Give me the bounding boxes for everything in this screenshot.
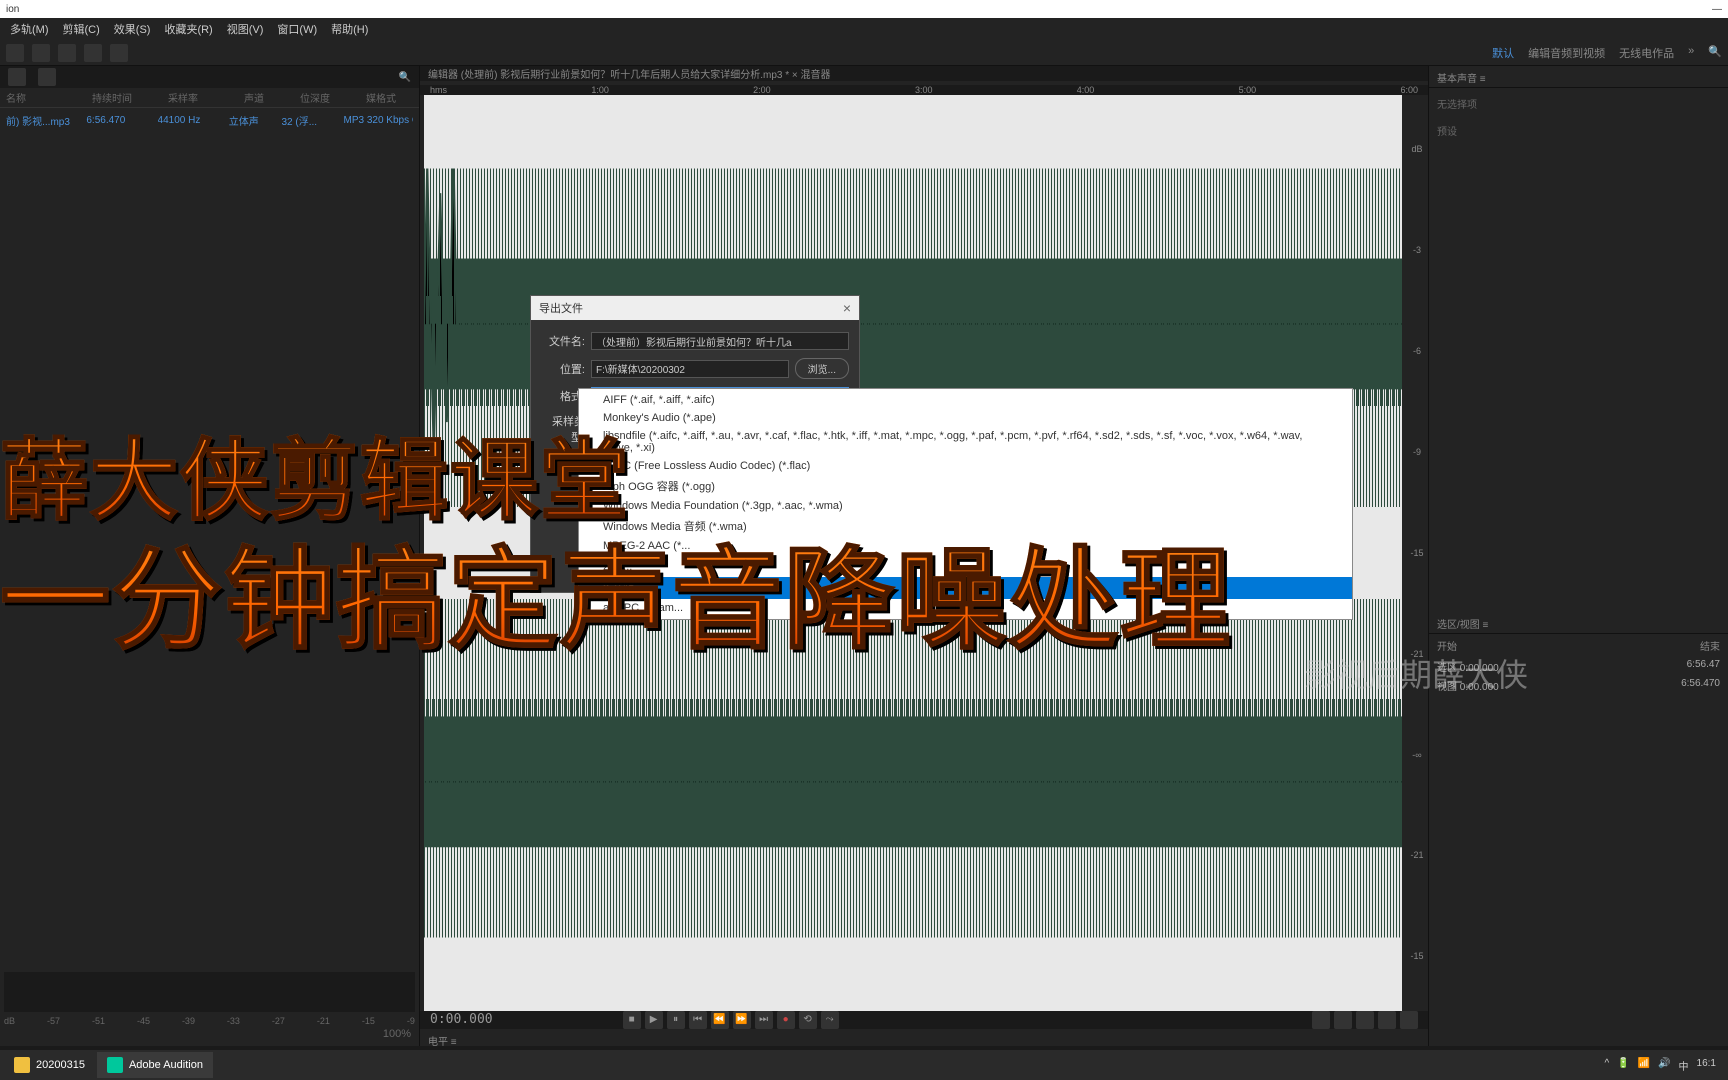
minimize-icon[interactable]: — [1712, 4, 1722, 15]
pause-button[interactable]: ⏸ [667, 1011, 685, 1029]
window-titlebar: ion — [0, 0, 1728, 18]
trash-icon[interactable] [38, 68, 56, 86]
level-ruler-small: dB-57 -51-45 -39-33 -27-21 -15-9 [0, 1016, 419, 1026]
rewind-button[interactable]: ⏪ [711, 1011, 729, 1029]
battery-icon: 🔋 [1617, 1058, 1629, 1073]
tool-icon[interactable] [84, 44, 102, 62]
watermark: 影视后期薛大侠 [1304, 650, 1528, 696]
browse-button[interactable]: 浏览... [795, 358, 849, 379]
menu-effects[interactable]: 效果(S) [108, 19, 157, 39]
timecode: 0:00.000 [430, 1012, 493, 1027]
menu-multitrack[interactable]: 多轨(M) [4, 19, 55, 39]
panel-header: 基本声音 ≡ [1429, 66, 1728, 88]
dropdown-item[interactable]: AIFF (*.aif, *.aiff, *.aifc) [579, 391, 1352, 409]
clock: 16:1 [1697, 1058, 1716, 1073]
filename-field[interactable] [591, 332, 849, 350]
close-icon[interactable]: × [843, 300, 851, 316]
no-selection: 无选择项 [1429, 88, 1728, 119]
history-panel [4, 972, 415, 1012]
next-button[interactable]: ⏭ [755, 1011, 773, 1029]
volume-icon: 🔊 [1658, 1058, 1670, 1073]
workspace-radio[interactable]: 无线电作品 [1619, 45, 1674, 61]
selection-view-header: 选区/视图 ≡ [1429, 612, 1728, 634]
chevron-up-icon: ^ [1604, 1058, 1609, 1073]
overlay-title-2: 一分钟搞定声音降噪处理 [0, 510, 1232, 670]
db-scale: dB -3-6 -9-15 -21-∞ -21-15 [1406, 95, 1428, 1011]
search-icon[interactable]: 🔍 [1708, 45, 1722, 61]
multitrack-icon[interactable] [32, 44, 50, 62]
meter-label: 电平 ≡ [420, 1029, 1428, 1051]
dialog-title: 导出文件 [539, 300, 583, 316]
transport-bar: 0:00.000 ■ ▶ ⏸ ⏮ ⏪ ⏩ ⏭ ● ⟲ ⤳ [420, 1011, 1428, 1029]
task-audition[interactable]: Adobe Audition [97, 1052, 213, 1078]
zoom-icon[interactable] [1378, 1011, 1396, 1029]
menu-favorites[interactable]: 收藏夹(R) [158, 19, 218, 39]
task-folder[interactable]: 20200315 [4, 1052, 95, 1078]
dropdown-item[interactable]: Xiph OGG 容器 (*.ogg) [579, 475, 1352, 497]
forward-button[interactable]: ⏩ [733, 1011, 751, 1029]
wifi-icon: 📶 [1638, 1058, 1650, 1073]
dropdown-item[interactable]: Monkey's Audio (*.ape) [579, 409, 1352, 427]
stop-button[interactable]: ■ [623, 1011, 641, 1029]
toolbar: 默认 编辑音频到视频 无线电作品 » 🔍 [0, 40, 1728, 66]
system-tray[interactable]: ^ 🔋 📶 🔊 中 16:1 [1604, 1058, 1724, 1073]
tool-icon[interactable] [110, 44, 128, 62]
zoom-in-icon[interactable] [1312, 1011, 1330, 1029]
files-columns: 名称 持续时间 采样率 声道 位深度 媒格式 [0, 88, 419, 108]
audition-icon [107, 1057, 123, 1073]
waveform-icon[interactable] [6, 44, 24, 62]
taskbar: 20200315 Adobe Audition ^ 🔋 📶 🔊 中 16:1 [0, 1050, 1728, 1080]
menubar: 多轨(M) 剪辑(C) 效果(S) 收藏夹(R) 视图(V) 窗口(W) 帮助(… [0, 18, 1728, 40]
loop-button[interactable]: ⟲ [799, 1011, 817, 1029]
menu-view[interactable]: 视图(V) [221, 19, 270, 39]
menu-window[interactable]: 窗口(W) [271, 19, 323, 39]
zoom-out-icon[interactable] [1334, 1011, 1352, 1029]
import-icon[interactable] [8, 68, 26, 86]
ime-indicator: 中 [1679, 1058, 1689, 1073]
skip-button[interactable]: ⤳ [821, 1011, 839, 1029]
essential-sound-panel: 基本声音 ≡ 无选择项 预设 选区/视图 ≡ 开始结束 选区 0:00.0006… [1428, 66, 1728, 1046]
dropdown-item[interactable]: libsndfile (*.aifc, *.aiff, *.au, *.avr,… [579, 427, 1352, 457]
file-row[interactable]: 前) 影视...mp3 * 6:56.470 44100 Hz 立体声 32 (… [0, 108, 419, 132]
menu-help[interactable]: 帮助(H) [325, 19, 374, 39]
editor-tab[interactable]: 编辑器 (处理前) 影视后期行业前景如何？听十几年后期人员给大家详细分析.mp3… [420, 66, 1428, 81]
folder-icon [14, 1057, 30, 1073]
window-title: ion [6, 4, 19, 15]
workspace-editvideo[interactable]: 编辑音频到视频 [1528, 45, 1605, 61]
workspace-more-icon[interactable]: » [1688, 45, 1694, 61]
prev-button[interactable]: ⏮ [689, 1011, 707, 1029]
zoom-icon[interactable] [1356, 1011, 1374, 1029]
timeline-ruler[interactable]: hms1:00 2:003:00 4:005:00 6:00 [420, 85, 1428, 95]
workspace-default[interactable]: 默认 [1492, 45, 1514, 61]
zoom-pct: 100% [383, 1028, 411, 1044]
zoom-icon[interactable] [1400, 1011, 1418, 1029]
play-button[interactable]: ▶ [645, 1011, 663, 1029]
menu-clip[interactable]: 剪辑(C) [57, 19, 106, 39]
dropdown-item[interactable]: FLAC (Free Lossless Audio Codec) (*.flac… [579, 457, 1352, 475]
location-field[interactable] [591, 360, 789, 378]
tool-icon[interactable] [58, 44, 76, 62]
record-button[interactable]: ● [777, 1011, 795, 1029]
